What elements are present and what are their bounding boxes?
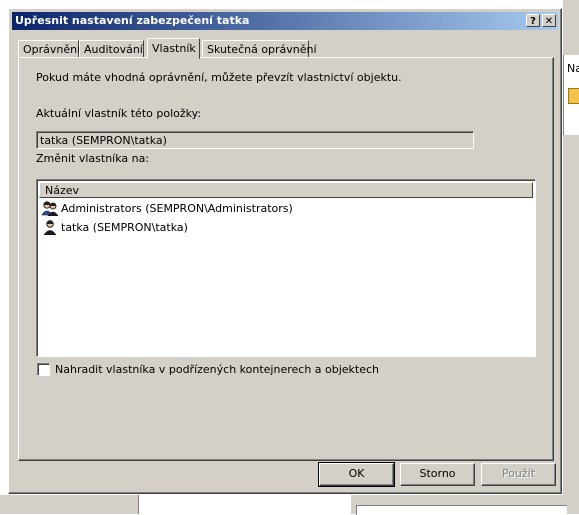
tab-permissions[interactable]: Oprávnění [18, 40, 80, 58]
list-item[interactable]: Administrators (SEMPRON\Administrators) [41, 200, 521, 217]
owner-list[interactable]: Název Administrators (SEMPRON\Administra… [36, 179, 536, 357]
owner-tab-panel: Pokud máte vhodná oprávnění, můžete přev… [18, 57, 554, 461]
window-title: Upřesnit nastavení zabezpečení tatka [15, 14, 250, 27]
owner-info-text: Pokud máte vhodná oprávnění, můžete přev… [36, 71, 402, 84]
current-owner-value: tatka (SEMPRON\tatka) [40, 134, 167, 147]
owner-administrators: Administrators (SEMPRON\Administrators) [61, 202, 293, 215]
column-header-name[interactable]: Název [39, 182, 533, 198]
help-button[interactable]: ? [526, 14, 540, 27]
apply-button[interactable]: Použít [481, 463, 556, 486]
tab-auditing[interactable]: Auditování [79, 40, 144, 58]
background-window-strip: Na [563, 0, 579, 514]
advanced-security-dialog: Upřesnit nastavení zabezpečení tatka ? ✕… [8, 8, 562, 494]
owner-tatka: tatka (SEMPRON\tatka) [61, 221, 188, 234]
tab-owner[interactable]: Vlastník [147, 38, 200, 59]
current-owner-label: Aktuální vlastník této položky: [36, 107, 202, 120]
user-icon [43, 220, 57, 235]
list-item[interactable]: tatka (SEMPRON\tatka) [41, 219, 521, 236]
replace-owner-label[interactable]: Nahradit vlastníka v podřízených kontejn… [55, 363, 379, 376]
background-bottom-strip [0, 495, 579, 515]
background-folder-icon [568, 88, 579, 104]
current-owner-field: tatka (SEMPRON\tatka) [36, 131, 474, 149]
user-group-icon [41, 201, 59, 216]
ok-button[interactable]: OK [318, 462, 395, 487]
column-header-label: Název [45, 184, 80, 197]
tab-effective-permissions[interactable]: Skutečná oprávnění [202, 40, 317, 58]
background-pane [138, 495, 351, 514]
cancel-button[interactable]: Storno [400, 463, 475, 486]
replace-owner-checkbox[interactable] [37, 363, 50, 376]
close-button[interactable]: ✕ [542, 14, 556, 27]
change-owner-label: Změnit vlastníka na: [36, 152, 150, 165]
title-bar[interactable]: Upřesnit nastavení zabezpečení tatka ? ✕ [12, 12, 558, 30]
background-column-header: Na [567, 62, 579, 75]
